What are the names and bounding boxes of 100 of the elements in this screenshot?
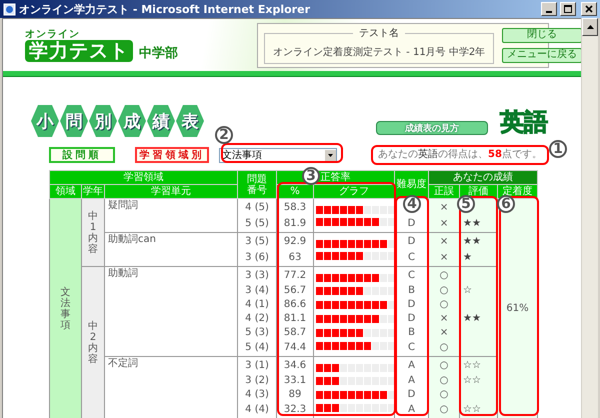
question-number: 5 (3) [245,326,269,338]
evaluation-stars: ★ [463,252,472,262]
correct-rate: 77.2 [284,270,306,280]
correct-rate: 86.6 [284,298,306,310]
logo-ruby: オンライン [25,28,80,40]
difficulty-grade: D [408,312,416,324]
column-header: % [290,186,300,196]
title-tile: 別 [89,105,117,137]
close-page-button[interactable]: 閉じる [502,28,581,42]
question-number: 3 (3) [245,270,269,280]
evaluation-stars: ★★ [463,312,481,324]
callout-number: 1 [549,140,567,158]
retention-value: 61% [506,302,529,314]
result-mark: ○ [440,284,448,296]
grade-label: 中2内容 [88,320,98,364]
correct-rate: 74.4 [284,342,306,352]
callout-number: 4 [403,195,421,213]
result-mark: × [440,218,448,228]
column-header: あなたの成績 [453,172,514,182]
correct-rate: 58.3 [284,202,306,212]
result-mark: ○ [440,374,448,386]
question-number: 4 (5) [245,202,269,212]
correct-rate: 92.9 [284,236,306,246]
title-tile: 成 [118,105,146,137]
question-number: 3 (6) [245,252,269,262]
correct-rate: 81.1 [284,312,306,324]
column-header: 学年 [83,186,103,196]
correct-rate: 58.7 [284,326,306,338]
correct-rate: 89 [288,388,302,400]
difficulty-grade: C [408,252,416,262]
difficulty-grade: A [408,360,415,370]
question-number: 4 (3) [245,388,269,400]
question-number: 3 (2) [245,374,269,386]
result-mark: × [440,312,448,324]
result-mark: ○ [440,388,448,400]
evaluation-stars: ★★ [463,236,481,246]
test-name: オンライン定着度測定テスト - 11月号 中学2年 [273,47,486,58]
evaluation-stars: ☆☆ [463,374,481,386]
question-number: 4 (2) [245,312,269,324]
difficulty-grade: C [408,270,416,280]
column-header: 領域 [56,186,76,196]
result-mark: × [440,236,448,246]
correct-rate: 33.1 [284,374,306,386]
difficulty-grade: D [408,298,416,310]
difficulty-grade: B [408,284,415,296]
column-header: 評価 [468,186,489,196]
view-tab[interactable]: 設問順 [49,147,115,163]
evaluation-stars: ☆☆ [463,360,481,370]
result-mark: ○ [440,360,448,370]
title-tile: 問 [60,105,88,137]
difficulty-grade: D [408,388,416,400]
callout-number: 3 [302,167,320,185]
result-mark: ○ [440,270,448,280]
result-mark: ○ [440,298,448,310]
column-header: 難易度 [396,178,427,190]
grade-label: 中1内容 [88,210,98,254]
menu-button[interactable]: メニューに戻る [502,48,581,62]
unit-name: 助動詞can [108,234,156,245]
question-number: 3 (1) [245,360,269,370]
division-label: 中学部 [139,44,178,62]
correct-rate: 56.7 [284,284,306,296]
difficulty-grade: A [408,374,415,386]
question-number: 3 (5) [245,236,269,246]
column-header: 学習領域 [124,172,164,182]
view-tab[interactable]: 学習領域別 [135,147,209,163]
domain-label: 文法事項 [60,286,70,330]
title-tile: 小 [31,105,59,137]
difficulty-grade: D [408,236,416,246]
correct-rate: 81.9 [284,218,306,228]
correct-rate: 63 [288,252,302,262]
column-header: 問題番号 [246,174,268,196]
test-name-legend: テスト名 [353,26,406,40]
difficulty-grade: B [408,326,415,338]
unit-name: 疑問詞 [108,200,138,211]
subject-title: 英語 [500,107,548,137]
evaluation-stars: ★★ [463,218,481,228]
question-number: 5 (5) [245,218,269,228]
difficulty-grade: D [408,218,416,228]
unit-name: 不定詞 [108,358,138,369]
result-mark: × [440,202,448,212]
evaluation-stars: ☆☆ [463,404,481,414]
domain-select[interactable]: 文法事項 [219,148,337,162]
title-tile: 績 [147,105,175,137]
question-number: 3 (4) [245,284,269,296]
result-mark: ○ [440,404,448,414]
logo-text: 学力テスト [25,40,133,62]
title-tile: 表 [176,105,204,137]
column-header: 正誤 [434,186,454,196]
difficulty-grade: C [408,342,416,352]
question-number: 5 (4) [245,342,269,352]
evaluation-stars: ☆ [463,284,472,296]
window-title: オンライン学力テスト - Microsoft Internet Explorer [19,2,311,16]
callout-number: 2 [215,126,233,144]
question-number: 4 (1) [245,298,269,310]
column-header: 学習単元 [151,186,192,196]
question-number: 4 (4) [245,404,269,414]
result-mark: × [440,252,448,262]
result-mark: ○ [440,342,448,352]
correct-rate: 32.3 [284,404,306,414]
column-header: グラフ [339,186,370,196]
